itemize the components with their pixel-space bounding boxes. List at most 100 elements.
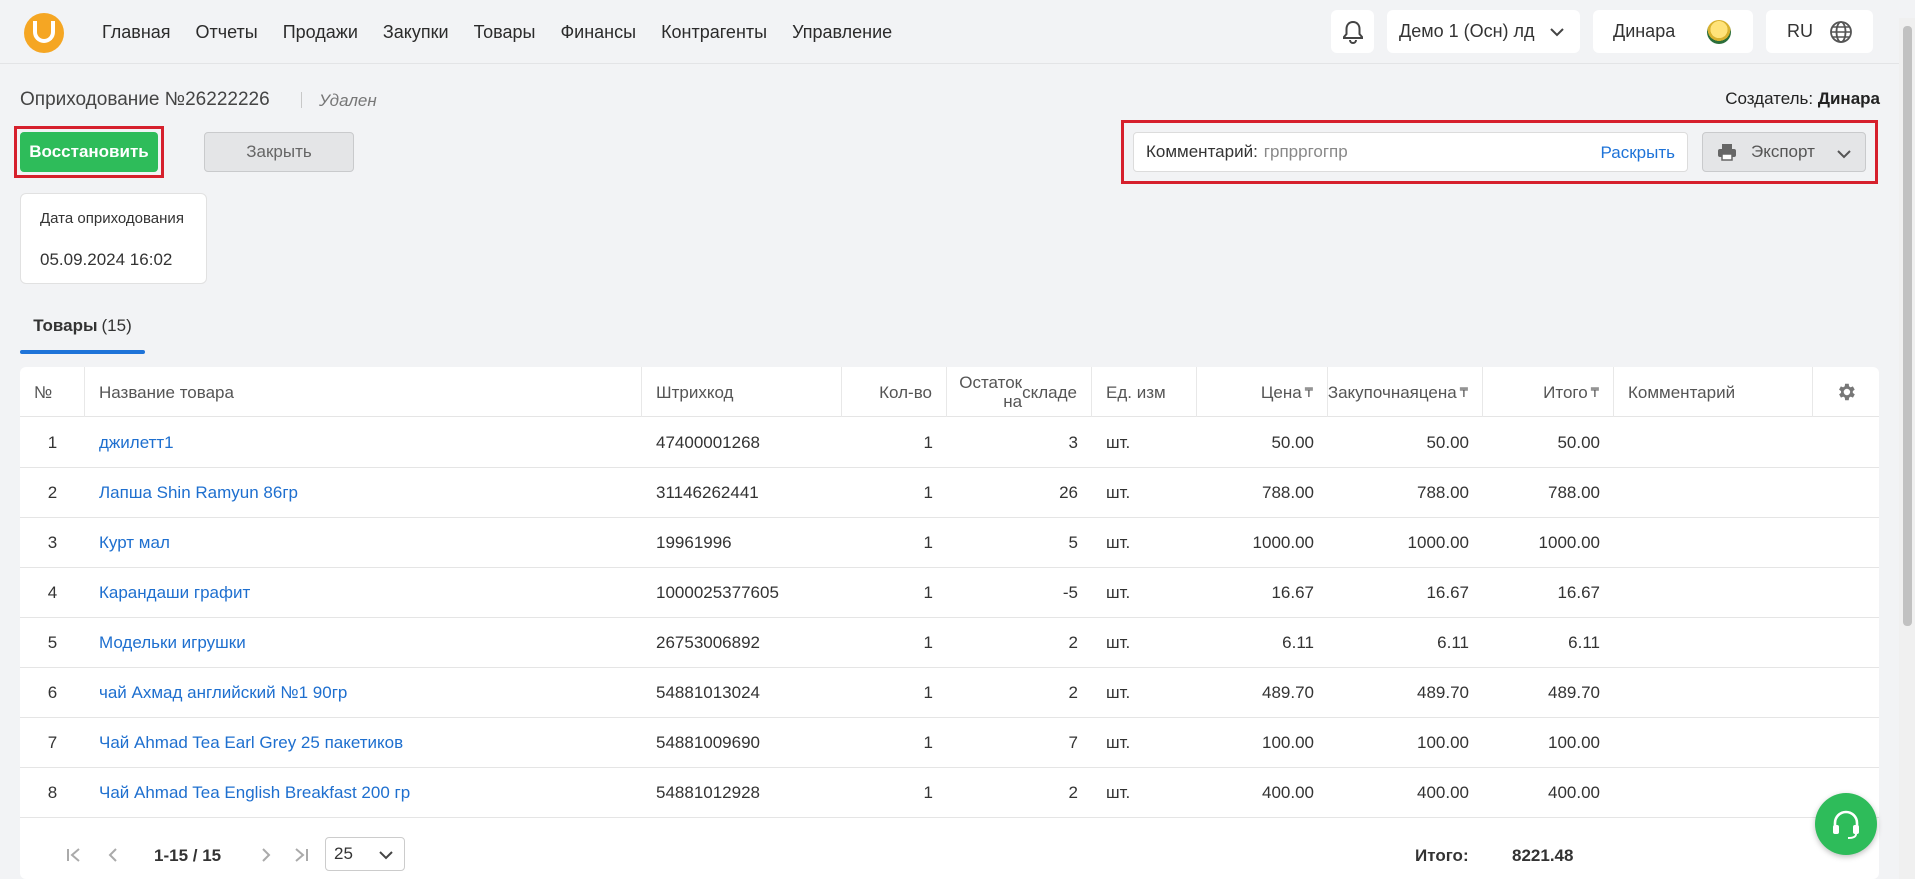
prev-page-icon[interactable]	[104, 846, 122, 864]
expand-comment-link[interactable]: Раскрыть	[1601, 143, 1675, 163]
col-barcode: Штрихкод	[642, 367, 842, 417]
comment-field[interactable]: Комментарий: грпрргогпр Раскрыть	[1133, 132, 1688, 172]
cell-barcode: 54881009690	[656, 733, 761, 752]
cell-unit: шт.	[1106, 733, 1131, 752]
export-button[interactable]: Экспорт	[1702, 132, 1866, 172]
col-price: Цена ₸	[1197, 367, 1328, 417]
table-row: 1 джилетт1 47400001268 1 3 шт. 50.00 50.00 50.00	[20, 418, 1879, 468]
cell-stock: 2	[1068, 783, 1078, 802]
close-button[interactable]: Закрыть	[204, 132, 354, 172]
cell-name[interactable]: Курт мал	[85, 518, 642, 568]
col-unit: Ед. изм	[1092, 367, 1197, 417]
menu-item-management[interactable]: Управление	[792, 22, 892, 43]
menu-item-sales[interactable]: Продажи	[283, 22, 358, 43]
cell-qty: 1	[923, 533, 933, 552]
first-page-icon[interactable]	[65, 846, 83, 864]
cell-name[interactable]: чай Ахмад английский №1 90гр	[85, 668, 642, 718]
top-navigation: Главная Отчеты Продажи Закупки Товары Фи…	[0, 0, 1915, 64]
cell-name[interactable]: Карандаши графит	[85, 568, 642, 618]
page-size-select[interactable]: 25	[325, 837, 405, 871]
status-badge: Удален	[319, 91, 377, 110]
cell-num: 3	[47, 533, 58, 552]
table-row: 3 Курт мал 19961996 1 5 шт. 1000.00 1000.00 1000…	[20, 518, 1879, 568]
gear-icon	[1839, 383, 1855, 401]
cell-total: 400.00	[1548, 783, 1600, 802]
cell-qty: 1	[923, 733, 933, 752]
cell-purchase: 100.00	[1417, 733, 1469, 752]
cell-price: 6.11	[1282, 633, 1314, 652]
title-divider	[301, 92, 302, 108]
cell-stock: 7	[1068, 733, 1078, 752]
products-table: № Название товара Штрихкод Кол-во Остато…	[20, 367, 1879, 879]
next-page-icon[interactable]	[257, 846, 275, 864]
col-stock-line1: Остаток на	[959, 373, 1023, 411]
col-total: Итого ₸	[1483, 367, 1614, 417]
user-name: Динара	[1613, 21, 1676, 41]
language-selector[interactable]: RU	[1766, 10, 1873, 53]
page-title: Оприходование №26222226	[20, 89, 270, 110]
cell-purchase: 50.00	[1426, 433, 1469, 452]
export-label: Экспорт	[1751, 142, 1815, 161]
cell-name[interactable]: Чай Ahmad Tea Earl Grey 25 пакетиков	[85, 718, 642, 768]
cell-price: 400.00	[1262, 783, 1314, 802]
menu-item-products[interactable]: Товары	[474, 22, 536, 43]
tenge-icon: ₸	[1459, 384, 1468, 400]
cell-total: 1000.00	[1538, 533, 1600, 552]
tab-count: (15)	[101, 316, 132, 335]
cell-qty: 1	[923, 433, 933, 452]
cell-total: 100.00	[1548, 733, 1600, 752]
table-settings-button[interactable]	[1813, 367, 1879, 417]
tab-label: Товары	[33, 316, 98, 335]
menu-item-counterparties[interactable]: Контрагенты	[661, 22, 767, 43]
logo-icon[interactable]	[24, 13, 64, 53]
cell-unit: шт.	[1106, 433, 1131, 452]
cell-price: 489.70	[1262, 683, 1314, 702]
cell-name[interactable]: Лапша Shin Ramyun 86гр	[85, 468, 642, 518]
cell-purchase: 489.70	[1417, 683, 1469, 702]
scrollbar-thumb[interactable]	[1903, 26, 1912, 626]
cell-qty: 1	[923, 583, 933, 602]
language-code: RU	[1787, 21, 1813, 41]
cell-purchase: 400.00	[1417, 783, 1469, 802]
menu-item-home[interactable]: Главная	[102, 22, 171, 43]
support-chat-button[interactable]	[1815, 793, 1877, 855]
menu-item-reports[interactable]: Отчеты	[196, 22, 258, 43]
last-page-icon[interactable]	[292, 846, 310, 864]
cell-num: 5	[47, 633, 58, 652]
menu-item-finance[interactable]: Финансы	[560, 22, 636, 43]
table-row: 8 Чай Ahmad Tea English Breakfast 200 гр 5…	[20, 768, 1879, 818]
tab-products[interactable]: Товары (15)	[20, 316, 145, 354]
comment-label: Комментарий:	[1146, 142, 1258, 161]
cell-barcode: 54881013024	[656, 683, 761, 702]
main-menu: Главная Отчеты Продажи Закупки Товары Фи…	[102, 0, 917, 64]
col-total-label: Итого	[1543, 382, 1588, 402]
page-scrollbar[interactable]	[1899, 18, 1915, 879]
restore-button[interactable]: Восстановить	[20, 132, 158, 172]
table-row: 4 Карандаши графит 1000025377605 1 -5 шт. 16.6…	[20, 568, 1879, 618]
cell-total: 6.11	[1568, 633, 1600, 652]
notifications-button[interactable]	[1331, 10, 1374, 53]
globe-icon	[1830, 21, 1852, 43]
col-stock-line2: складе	[1022, 382, 1077, 402]
tab-active-indicator	[20, 350, 145, 354]
comment-value: грпрргогпр	[1263, 142, 1348, 161]
company-name: Демо 1 (Осн) лд	[1399, 21, 1535, 41]
menu-item-purchases[interactable]: Закупки	[383, 22, 449, 43]
cell-name[interactable]: Модельки игрушки	[85, 618, 642, 668]
cell-purchase: 1000.00	[1407, 533, 1469, 552]
cell-name[interactable]: Чай Ahmad Tea English Breakfast 200 гр	[85, 768, 642, 818]
date-card: Дата оприходования 05.09.2024 16:02	[20, 193, 207, 284]
creator-name: Динара	[1817, 89, 1880, 108]
grand-total-value: 8221.48	[1512, 846, 1574, 865]
cell-num: 4	[47, 583, 58, 602]
table-header: № Название товара Штрихкод Кол-во Остато…	[20, 367, 1879, 417]
col-name: Название товара	[85, 367, 642, 417]
table-row: 2 Лапша Shin Ramyun 86гр 31146262441 1 26 шт.…	[20, 468, 1879, 518]
avatar	[1707, 20, 1731, 44]
user-menu[interactable]: Динара	[1593, 10, 1753, 53]
headset-icon	[1833, 810, 1859, 839]
company-selector[interactable]: Демо 1 (Осн) лд	[1387, 10, 1580, 53]
cell-name[interactable]: джилетт1	[85, 418, 642, 468]
col-price-label: Цена	[1260, 382, 1302, 402]
cell-stock: 5	[1068, 533, 1078, 552]
